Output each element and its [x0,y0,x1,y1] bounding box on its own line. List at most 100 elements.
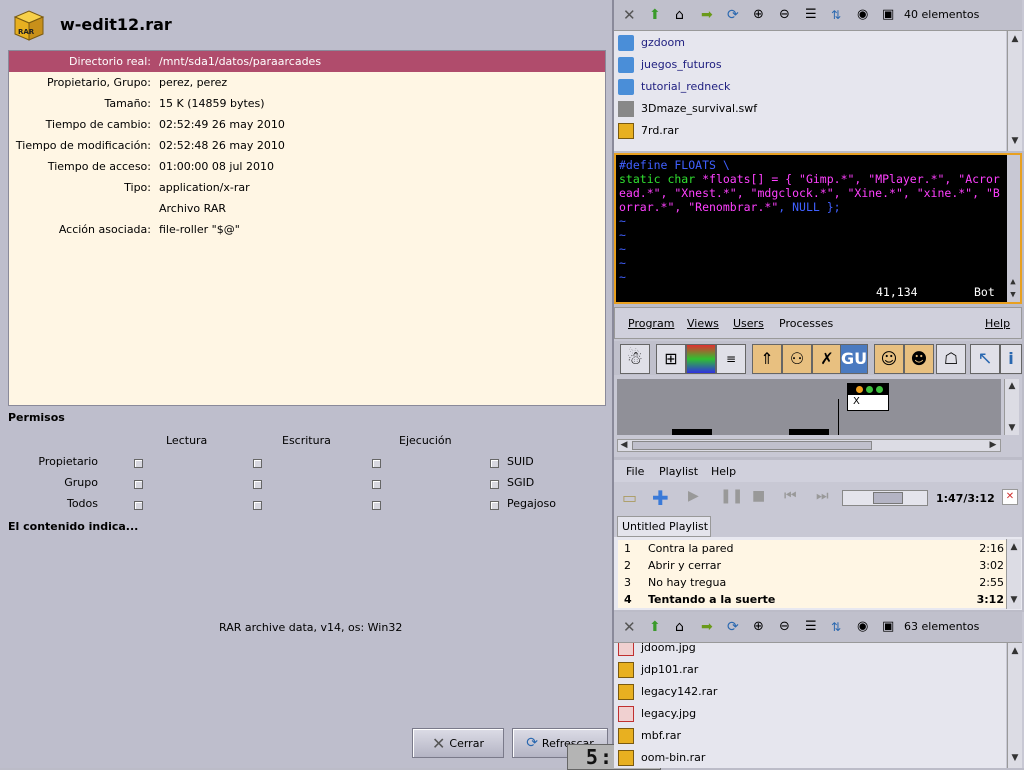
forward-icon[interactable]: ➡ [701,7,717,23]
list-view-icon[interactable]: ☰ [805,619,821,635]
file-item[interactable]: mbf.rar [614,725,1006,747]
file-item[interactable]: jdoom.jpg [614,643,1006,659]
process-up-icon[interactable]: ⇑ [752,344,782,374]
group-write-checkbox[interactable] [253,480,262,489]
graph-vscroll[interactable]: ▲ ▼ [1004,379,1019,435]
all-exec-checkbox[interactable] [372,501,381,510]
suid-checkbox[interactable] [490,459,499,468]
scroll-down-icon[interactable]: ▼ [1007,423,1017,433]
menu-program[interactable]: Program [628,317,674,330]
owner-write-checkbox[interactable] [253,459,262,468]
graph-hscroll[interactable]: ◀ ▶ [617,439,1001,452]
home-icon[interactable]: ⌂ [675,619,691,635]
all-read-checkbox[interactable] [134,501,143,510]
file-item[interactable]: jdp101.rar [614,659,1006,681]
forward-icon[interactable]: ➡ [701,619,717,635]
pointer-icon[interactable]: ↖ [970,344,1000,374]
vim-editor[interactable]: #define FLOATS \ static char *floats[] =… [614,153,1022,304]
up-arrow-icon[interactable]: ⬆ [649,7,665,23]
playlist-scrollbar[interactable]: ▲ ▼ [1006,539,1021,609]
menu-views[interactable]: Views [687,317,719,330]
color-meter-icon[interactable] [686,344,716,374]
window-icon[interactable]: ▣ [882,619,898,635]
scroll-up-icon[interactable]: ▲ [1010,646,1020,656]
sgid-checkbox[interactable] [490,480,499,489]
info-row-real-dir[interactable]: Directorio real: /mnt/sda1/datos/paraarca… [9,51,605,72]
info-row-atime[interactable]: Tiempo de acceso: 01:00:00 08 jul 2010 [9,156,605,177]
info-row-owner[interactable]: Propietario, Grupo: perez, perez [9,72,605,93]
seek-thumb[interactable] [873,492,903,504]
scroll-up-icon[interactable]: ▲ [1009,542,1019,552]
menu-file[interactable]: File [626,465,644,478]
file-item[interactable]: legacy.jpg [614,703,1006,725]
info-row-size[interactable]: Tamaño: 15 K (14859 bytes) [9,93,605,114]
scroll-up-icon[interactable]: ▲ [1007,381,1017,391]
close-button[interactable]: ✕ Cerrar [412,728,504,758]
zoom-out-icon[interactable]: ⊖ [779,619,795,635]
run-icon[interactable]: ☃ [620,344,650,374]
scroll-down-icon[interactable]: ▼ [1008,290,1018,300]
info-row-action[interactable]: Acción asociada: file-roller "$@" [9,219,605,240]
refresh-icon[interactable]: ⟳ [727,619,743,635]
list-icon[interactable]: ≡ [716,344,746,374]
close-icon[interactable]: ✕ [623,7,639,23]
file-item[interactable]: juegos_futuros [614,54,1006,76]
sort-icon[interactable]: ⇅ [831,7,847,23]
info-row-type[interactable]: Tipo: application/x-rar [9,177,605,198]
scroll-left-icon[interactable]: ◀ [619,440,629,450]
previous-icon[interactable]: ⏮ [784,488,797,504]
file-item[interactable]: oom-bin.rar [614,747,1006,768]
playlist-row-current[interactable]: 4 Tentando a la suerte 3:12 [618,591,1008,608]
seek-bar[interactable] [842,490,928,506]
scroll-up-icon[interactable]: ▲ [1008,277,1018,287]
all-write-checkbox[interactable] [253,501,262,510]
pause-icon[interactable]: ❚❚ [720,488,743,504]
info-icon[interactable]: i [1000,344,1022,374]
window-icon[interactable]: ▣ [882,7,898,23]
process-node[interactable] [672,429,712,435]
tab-untitled-playlist[interactable]: Untitled Playlist [617,516,711,537]
sticky-checkbox[interactable] [490,501,499,510]
person-icon[interactable]: ☺ [874,344,904,374]
close-icon[interactable]: ✕ [1002,489,1018,505]
menu-users[interactable]: Users [733,317,764,330]
scroll-up-icon[interactable]: ▲ [1010,34,1020,44]
add-icon[interactable]: ✚ [652,486,669,510]
file-list-scrollbar[interactable]: ▲ ▼ [1007,31,1022,151]
menu-help[interactable]: Help [711,465,736,478]
zoom-in-icon[interactable]: ⊕ [753,619,769,635]
zoom-in-icon[interactable]: ⊕ [753,7,769,23]
menu-playlist[interactable]: Playlist [659,465,698,478]
file-item[interactable]: tutorial_redneck [614,76,1006,98]
robot-icon[interactable]: ☻ [904,344,934,374]
play-icon[interactable]: ▶ [688,488,699,504]
close-icon[interactable]: ✕ [623,619,639,635]
scroll-right-icon[interactable]: ▶ [988,440,998,450]
info-row-desc[interactable]: Archivo RAR [9,198,605,219]
process-node[interactable] [789,429,829,435]
file-item[interactable]: legacy142.rar [614,681,1006,703]
file-item[interactable]: gzdoom [614,32,1006,54]
tree-view-icon[interactable]: ⊞ [656,344,686,374]
eye-icon[interactable]: ◉ [857,619,873,635]
vim-scrollbar[interactable]: ▲ ▼ [1007,155,1020,302]
up-arrow-icon[interactable]: ⬆ [649,619,665,635]
next-icon[interactable]: ⏭ [816,488,829,504]
list-view-icon[interactable]: ☰ [805,7,821,23]
owner-read-checkbox[interactable] [134,459,143,468]
scroll-thumb[interactable] [632,441,872,450]
scroll-down-icon[interactable]: ▼ [1009,595,1019,605]
file-item[interactable]: 7rd.rar [614,120,1006,142]
scroll-down-icon[interactable]: ▼ [1010,753,1020,763]
file-list-scrollbar[interactable]: ▲ ▼ [1007,643,1022,768]
kill-icon[interactable]: ✗ [812,344,842,374]
menu-processes[interactable]: Processes [779,317,833,330]
info-row-mtime[interactable]: Tiempo de modificación: 02:52:48 26 may 2… [9,135,605,156]
info-row-ctime[interactable]: Tiempo de cambio: 02:52:49 26 may 2010 [9,114,605,135]
playlist-row[interactable]: 1 Contra la pared 2:16 [618,540,1008,557]
eye-icon[interactable]: ◉ [857,7,873,23]
scroll-down-icon[interactable]: ▼ [1010,136,1020,146]
ghost-icon[interactable]: ☖ [936,344,966,374]
zoom-out-icon[interactable]: ⊖ [779,7,795,23]
process-node[interactable]: X [847,383,889,411]
